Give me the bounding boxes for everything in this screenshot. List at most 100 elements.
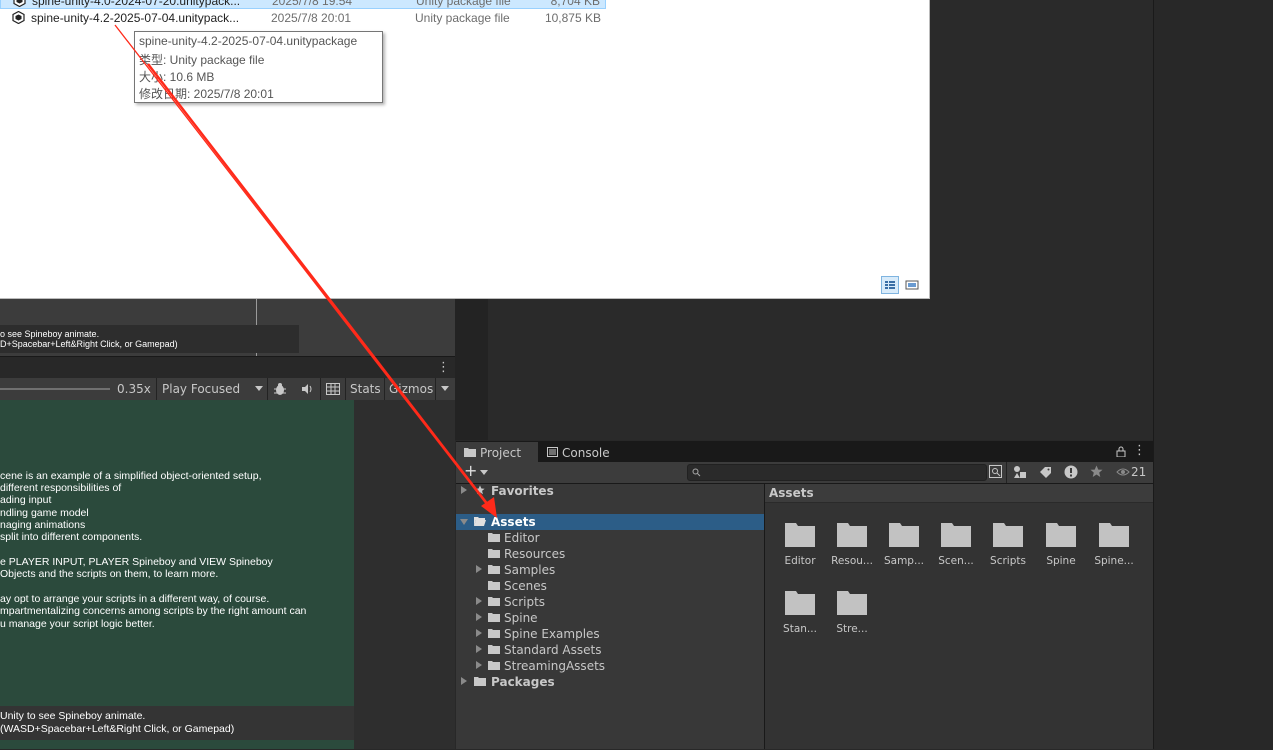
asset-folder[interactable]: Resou... bbox=[826, 521, 878, 581]
game-view-side bbox=[354, 400, 455, 749]
folder-icon bbox=[464, 448, 476, 457]
asset-folder[interactable]: Spine bbox=[1035, 521, 1087, 581]
tree-item-spine[interactable]: Spine bbox=[456, 610, 764, 626]
tree-item-resources[interactable]: Resources bbox=[456, 546, 764, 562]
chevron-down-icon[interactable] bbox=[460, 519, 468, 525]
tree-item-samples[interactable]: Samples bbox=[456, 562, 764, 578]
asset-label: Spine bbox=[1046, 555, 1076, 567]
game-text-line: e PLAYER INPUT, PLAYER Spineboy and VIEW… bbox=[0, 556, 273, 568]
lock-icon[interactable] bbox=[1116, 446, 1126, 457]
star-icon[interactable] bbox=[1090, 465, 1103, 478]
chevron-down-icon[interactable] bbox=[255, 386, 263, 391]
unity-package-icon bbox=[13, 0, 26, 7]
asset-grid: Assets Editor Resou... Samp... Scen... S… bbox=[765, 484, 1153, 749]
chevron-right-icon[interactable] bbox=[476, 661, 482, 669]
audio-icon[interactable] bbox=[300, 382, 314, 396]
asset-folder[interactable]: Stan... bbox=[774, 589, 826, 649]
folder-icon bbox=[488, 533, 500, 542]
tree-item-scripts[interactable]: Scripts bbox=[456, 594, 764, 610]
file-row[interactable]: spine-unity-4.2-2025-07-04.unitypack... … bbox=[0, 9, 606, 27]
tab-console[interactable]: Console bbox=[542, 442, 622, 462]
tree-label: Favorites bbox=[491, 484, 554, 498]
inspector-panel bbox=[1153, 0, 1273, 749]
tree-label: Resources bbox=[504, 547, 566, 561]
tree-item-streaming-assets[interactable]: StreamingAssets bbox=[456, 658, 764, 674]
stats-button[interactable]: Stats bbox=[350, 382, 381, 396]
scale-slider[interactable] bbox=[0, 388, 110, 390]
tab-label: Console bbox=[562, 446, 610, 460]
game-text-line: u manage your script logic better. bbox=[0, 618, 155, 630]
scene-hint-box: o see Spineboy animate. D+Spacebar+Left&… bbox=[0, 325, 299, 353]
folder-icon bbox=[488, 549, 500, 558]
tree-item-spine-examples[interactable]: Spine Examples bbox=[456, 626, 764, 642]
chevron-down-icon[interactable] bbox=[480, 470, 488, 475]
tree-item-editor[interactable]: Editor bbox=[456, 530, 764, 546]
game-hint-line: Unity to see Spineboy animate. bbox=[0, 710, 146, 722]
tree-label: Scenes bbox=[504, 579, 547, 593]
chevron-right-icon[interactable] bbox=[476, 629, 482, 637]
chevron-right-icon[interactable] bbox=[476, 645, 482, 653]
game-text-line: ay opt to arrange your scripts in a diff… bbox=[0, 593, 270, 605]
game-view[interactable]: cene is an example of a simplified objec… bbox=[0, 400, 354, 749]
asset-folder[interactable]: Spine... bbox=[1088, 521, 1140, 581]
grid-header: Assets bbox=[765, 484, 1153, 503]
asset-folder[interactable]: Scen... bbox=[930, 521, 982, 581]
folder-icon bbox=[488, 581, 500, 590]
tree-item-favorites[interactable]: Favorites bbox=[456, 483, 764, 499]
warning-filter-icon[interactable] bbox=[1064, 465, 1078, 479]
add-button[interactable]: + bbox=[464, 461, 477, 480]
project-tab-bar: Project Console ⋮ bbox=[456, 442, 1153, 462]
chevron-right-icon[interactable] bbox=[476, 597, 482, 605]
asset-folder[interactable]: Stre... bbox=[826, 589, 878, 649]
star-icon bbox=[475, 485, 485, 495]
search-input[interactable] bbox=[687, 464, 987, 481]
bug-icon[interactable] bbox=[273, 382, 287, 396]
details-view-button[interactable] bbox=[881, 276, 899, 294]
scale-value: 0.35x bbox=[117, 382, 151, 396]
tree-item-standard-assets[interactable]: Standard Assets bbox=[456, 642, 764, 658]
folder-icon bbox=[488, 629, 500, 638]
game-text-line: different responsibilities of bbox=[0, 482, 122, 494]
gizmos-button[interactable]: Gizmos bbox=[389, 382, 433, 396]
search-icon bbox=[692, 468, 701, 477]
tree-label: Packages bbox=[491, 675, 555, 689]
file-tooltip: spine-unity-4.2-2025-07-04.unitypackage … bbox=[134, 31, 383, 103]
game-text-line: Objects and the scripts on them, to lear… bbox=[0, 568, 219, 580]
folder-icon bbox=[1099, 523, 1129, 547]
asset-folder[interactable]: Editor bbox=[774, 521, 826, 581]
project-toolbar: + 21 bbox=[456, 461, 1153, 484]
tree-label: Samples bbox=[504, 563, 556, 577]
chevron-right-icon[interactable] bbox=[476, 565, 482, 573]
tree-item-assets[interactable]: Assets bbox=[456, 514, 764, 530]
asset-folder[interactable]: Samp... bbox=[878, 521, 930, 581]
file-type: Unity package file bbox=[415, 11, 510, 25]
chevron-down-icon[interactable] bbox=[441, 386, 449, 391]
folder-icon bbox=[488, 645, 500, 654]
game-text-line: cene is an example of a simplified objec… bbox=[0, 470, 262, 482]
scene-hint-line: o see Spineboy animate. bbox=[0, 329, 100, 339]
play-mode-dropdown[interactable]: Play Focused bbox=[162, 382, 240, 396]
file-name: spine-unity-4.0-2024-07-20.unitypack... bbox=[32, 0, 241, 8]
file-row[interactable]: spine-unity-4.0-2024-07-20.unitypack... … bbox=[0, 0, 606, 9]
file-date: 2025/7/8 19:54 bbox=[272, 0, 353, 8]
tab-project[interactable]: Project bbox=[456, 442, 538, 462]
grid-title: Assets bbox=[769, 486, 814, 500]
tree-label: Standard Assets bbox=[504, 643, 602, 657]
eye-icon[interactable] bbox=[1116, 467, 1130, 477]
filter-by-label-icon[interactable] bbox=[1039, 466, 1052, 479]
keyboard-icon[interactable] bbox=[326, 383, 340, 395]
filter-by-type-icon[interactable] bbox=[1013, 465, 1027, 479]
asset-label: Editor bbox=[784, 555, 816, 567]
game-toolbar: 0.35x Play Focused Stats Gizmos bbox=[0, 378, 455, 401]
file-date: 2025/7/8 20:01 bbox=[271, 11, 352, 25]
chevron-right-icon[interactable] bbox=[461, 486, 467, 494]
search-options-icon[interactable] bbox=[989, 465, 1002, 478]
chevron-right-icon[interactable] bbox=[476, 613, 482, 621]
tree-item-packages[interactable]: Packages bbox=[456, 674, 764, 690]
kebab-menu-icon[interactable]: ⋮ bbox=[1133, 443, 1146, 458]
thumbnail-view-button[interactable] bbox=[903, 276, 921, 294]
kebab-menu-icon[interactable]: ⋮ bbox=[437, 360, 450, 375]
tree-item-scenes[interactable]: Scenes bbox=[456, 578, 764, 594]
asset-folder[interactable]: Scripts bbox=[982, 521, 1034, 581]
chevron-right-icon[interactable] bbox=[461, 677, 467, 685]
